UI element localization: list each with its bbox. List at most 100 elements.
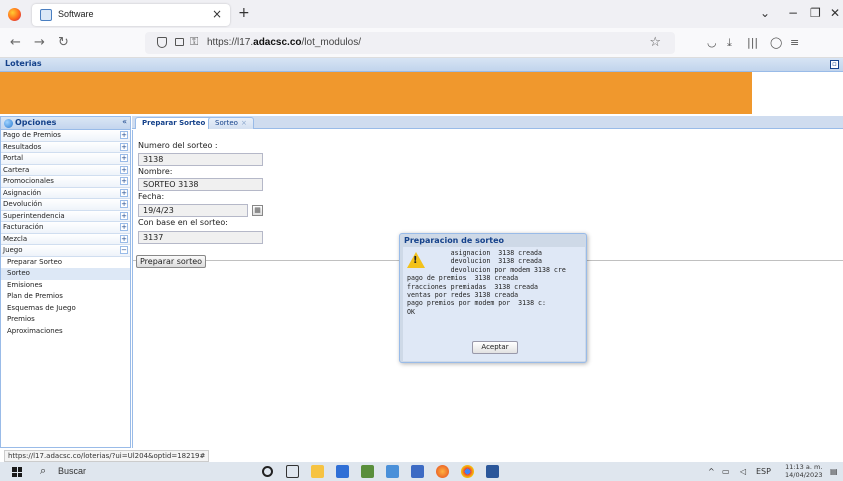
globe-icon bbox=[4, 119, 13, 128]
search-icon[interactable]: ⌕ bbox=[40, 464, 46, 478]
language-indicator[interactable]: ESP bbox=[756, 467, 771, 476]
collapse-sidebar-icon[interactable]: « bbox=[122, 117, 127, 126]
word-icon[interactable] bbox=[486, 465, 499, 478]
submenu-item[interactable]: Sorteo bbox=[1, 268, 130, 280]
task-view-icon[interactable] bbox=[286, 465, 299, 478]
submenu-item-label: Plan de Premios bbox=[7, 292, 63, 300]
base-sorteo-field[interactable]: 3137 bbox=[138, 231, 263, 244]
tab-label: Sorteo bbox=[215, 119, 238, 127]
expand-toggle-icon[interactable]: + bbox=[120, 142, 128, 151]
sidebar-item-label: Pago de Premios bbox=[3, 131, 61, 139]
expand-toggle-icon[interactable]: + bbox=[120, 188, 128, 197]
tray-chevron-icon[interactable]: ^ bbox=[708, 467, 715, 476]
expand-toggle-icon[interactable]: + bbox=[120, 154, 128, 162]
taskbar-search[interactable]: Buscar bbox=[58, 466, 86, 476]
dialog-message: asignacion 3138 creada devolucion 3138 c… bbox=[407, 249, 566, 316]
sidebar-item[interactable]: Asignación + bbox=[1, 187, 130, 199]
notifications-icon[interactable]: ▤ bbox=[830, 467, 838, 476]
sidebar-item-label: Mezcla bbox=[3, 234, 28, 243]
firefox-icon[interactable] bbox=[8, 8, 21, 21]
volume-icon[interactable]: ◁ bbox=[740, 467, 746, 476]
panel-tab-strip: Preparar Sorteo × Sorteo× bbox=[132, 116, 843, 129]
calendar-icon[interactable]: ▦ bbox=[252, 205, 263, 216]
permissions-key-icon[interactable]: ⚿ bbox=[190, 35, 198, 49]
expand-toggle-icon[interactable]: + bbox=[120, 165, 128, 174]
downloads-icon[interactable]: ⤓ bbox=[727, 36, 732, 50]
fecha-field[interactable]: 19/4/23 bbox=[138, 204, 248, 217]
sidebar-item[interactable]: Superintendencia + bbox=[1, 210, 130, 222]
sidebar-item[interactable]: Devolución + bbox=[1, 199, 130, 211]
sidebar-item[interactable]: Pago de Premios + bbox=[1, 130, 130, 142]
expand-toggle-icon[interactable]: + bbox=[120, 211, 128, 220]
sidebar-item[interactable]: Mezcla + bbox=[1, 233, 130, 245]
submenu-item-label: Preparar Sorteo bbox=[7, 257, 63, 266]
tab-list-chevron-icon[interactable]: ⌄ bbox=[760, 6, 770, 20]
sidebar-item[interactable]: Portal + bbox=[1, 153, 130, 165]
tab-sorteo[interactable]: Sorteo × bbox=[208, 117, 254, 129]
bookmark-star-icon[interactable]: ☆ bbox=[649, 35, 661, 50]
aceptar-button[interactable]: Aceptar bbox=[472, 341, 518, 354]
expand-toggle-icon[interactable]: + bbox=[120, 223, 128, 231]
sidebar-item[interactable]: Juego − bbox=[1, 245, 130, 257]
app-title-bar: Loterias ▫ bbox=[0, 58, 843, 72]
library-icon[interactable]: ||| bbox=[747, 36, 758, 49]
pocket-icon[interactable]: ◡ bbox=[707, 36, 717, 49]
tab-close-icon[interactable]: × bbox=[212, 7, 222, 21]
submenu-item[interactable]: Premios bbox=[1, 314, 130, 326]
clock[interactable]: 11:13 a. m. 14/04/2023 bbox=[785, 463, 822, 479]
firefox-taskbar-icon[interactable] bbox=[436, 465, 449, 478]
account-icon[interactable]: ◯ bbox=[770, 36, 782, 49]
expand-toggle-icon[interactable]: + bbox=[120, 177, 128, 185]
submenu-item[interactable]: Plan de Premios bbox=[1, 291, 130, 303]
nombre-field[interactable]: SORTEO 3138 bbox=[138, 178, 263, 191]
tab-title: Software bbox=[58, 9, 94, 19]
sidebar-item[interactable]: Cartera + bbox=[1, 164, 130, 176]
dialog-body: ! asignacion 3138 creada devolucion 3138… bbox=[403, 247, 585, 361]
submenu-item[interactable]: Preparar Sorteo bbox=[1, 257, 130, 269]
minimize-icon[interactable]: − bbox=[788, 6, 798, 20]
network-icon[interactable]: ▭ bbox=[722, 467, 730, 476]
preparar-sorteo-button[interactable]: Preparar sorteo bbox=[136, 255, 207, 268]
store-icon[interactable] bbox=[386, 465, 399, 478]
juego-submenu: Preparar Sorteo Sorteo Emisiones Plan de Pr… bbox=[1, 256, 130, 338]
windows-start-icon[interactable] bbox=[12, 467, 22, 477]
cortana-icon[interactable] bbox=[262, 466, 273, 477]
menu-hamburger-icon[interactable]: ≡ bbox=[790, 36, 799, 49]
reload-icon[interactable]: ↻ bbox=[58, 35, 69, 50]
browser-tab-bar: Software × + ⌄ − ❐ ✕ bbox=[0, 0, 843, 28]
chrome-icon[interactable] bbox=[461, 465, 474, 478]
new-tab-button[interactable]: + bbox=[238, 5, 250, 21]
tab-close-icon[interactable]: × bbox=[241, 119, 247, 127]
sidebar-item-label: Resultados bbox=[3, 142, 42, 151]
sidebar-item-label: Juego bbox=[3, 246, 23, 254]
sidebar-header: Opciones « bbox=[1, 117, 130, 130]
url-bar[interactable]: ⚿ https://l17.adacsc.co/lot_modulos/ ☆ bbox=[145, 32, 675, 54]
forward-arrow-icon[interactable]: → bbox=[34, 35, 45, 50]
options-sidebar: Opciones « Pago de Premios + Resultados + Po… bbox=[0, 116, 131, 448]
tracking-shield-icon[interactable] bbox=[157, 37, 167, 48]
file-explorer-icon[interactable] bbox=[311, 465, 324, 478]
sidebar-item[interactable]: Promocionales + bbox=[1, 176, 130, 188]
sidebar-item[interactable]: Facturación + bbox=[1, 222, 130, 234]
browser-tab[interactable]: Software × bbox=[32, 4, 230, 26]
numero-field[interactable]: 3138 bbox=[138, 153, 263, 166]
expand-toggle-icon[interactable]: − bbox=[120, 246, 128, 254]
maximize-icon[interactable]: ❐ bbox=[810, 6, 821, 20]
base-label: Con base en el sorteo: bbox=[138, 218, 228, 227]
app2-icon[interactable] bbox=[411, 465, 424, 478]
submenu-item[interactable]: Emisiones bbox=[1, 280, 130, 292]
mail-icon[interactable] bbox=[336, 465, 349, 478]
expand-toggle-icon[interactable]: + bbox=[120, 200, 128, 208]
sidebar-item-label: Superintendencia bbox=[3, 211, 65, 220]
app-icon[interactable] bbox=[361, 465, 374, 478]
expand-toggle-icon[interactable]: + bbox=[120, 234, 128, 243]
status-bar-url: https://l17.adacsc.co/loterias/?ui=Ul204… bbox=[4, 450, 210, 462]
submenu-item[interactable]: Esquemas de Juego bbox=[1, 303, 130, 315]
expand-toggle-icon[interactable]: + bbox=[120, 131, 128, 139]
sidebar-item[interactable]: Resultados + bbox=[1, 141, 130, 153]
submenu-item[interactable]: Aproximaciones bbox=[1, 326, 130, 338]
restore-window-icon[interactable]: ▫ bbox=[830, 60, 839, 69]
close-window-icon[interactable]: ✕ bbox=[830, 6, 840, 20]
lock-icon[interactable] bbox=[175, 38, 184, 46]
back-arrow-icon[interactable]: ← bbox=[10, 35, 21, 50]
